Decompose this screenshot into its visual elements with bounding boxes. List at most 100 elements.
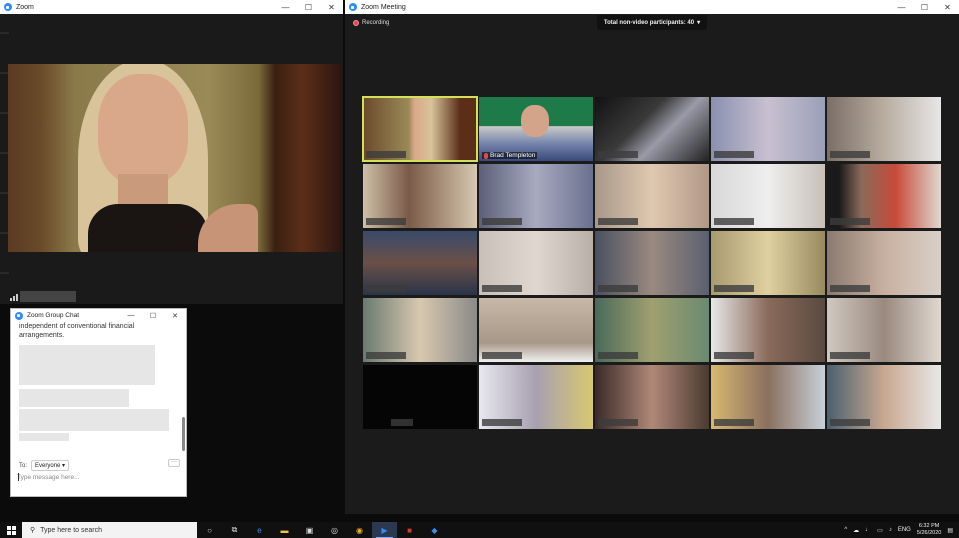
video-tile[interactable]	[479, 164, 593, 228]
participant-name-label	[482, 419, 522, 426]
video-tile[interactable]	[711, 97, 825, 161]
notifications-icon[interactable]: ▤	[947, 527, 953, 534]
video-tile[interactable]	[827, 97, 941, 161]
chat-to-label: To:	[19, 462, 28, 469]
chevron-up-icon[interactable]: ^	[844, 527, 847, 533]
participant-name-label	[366, 285, 406, 292]
video-tile[interactable]	[595, 298, 709, 362]
cloud-icon[interactable]: ☁	[853, 527, 859, 534]
edge-browser-icon[interactable]: e	[247, 522, 272, 538]
participant-name-label	[482, 218, 522, 225]
recording-label: Recording	[362, 20, 390, 26]
terminal-app-icon[interactable]: ▣	[297, 522, 322, 538]
system-tray: ^ ☁ ♩ ▭ ♪ ENG 6:32 PM 5/26/2020 ▤	[844, 522, 959, 538]
video-tile[interactable]	[479, 231, 593, 295]
zoom-taskbar-icon[interactable]: ▶	[372, 522, 397, 538]
chevron-down-icon: ▾	[62, 463, 66, 469]
video-tile[interactable]	[711, 298, 825, 362]
video-tile[interactable]	[595, 97, 709, 161]
start-button[interactable]	[0, 522, 22, 538]
chat-recipient-select[interactable]: Everyone ▾	[31, 460, 70, 471]
video-tile[interactable]	[827, 298, 941, 362]
language-indicator[interactable]: ENG	[898, 527, 911, 533]
chat-close-button[interactable]: ✕	[164, 309, 186, 322]
chat-more-button[interactable]: ···	[168, 459, 180, 467]
video-tile-video-off[interactable]	[363, 365, 477, 429]
file-explorer-icon[interactable]: ▬	[272, 522, 297, 538]
red-app-icon[interactable]: ■	[397, 522, 422, 538]
chat-recipient: To: Everyone ▾	[19, 460, 70, 471]
meeting-titlebar[interactable]: Zoom Meeting — ☐ ✕	[345, 0, 959, 14]
zoom-meeting-window: Zoom Meeting — ☐ ✕ Recording Total non-v…	[345, 0, 959, 514]
zoom-app-icon	[4, 3, 12, 11]
windows-logo-icon	[6, 525, 16, 535]
participant-name-label	[366, 352, 406, 359]
participant-name-label	[830, 285, 870, 292]
meeting-title: Zoom Meeting	[361, 3, 406, 11]
maximize-button[interactable]: ☐	[297, 0, 320, 14]
chat-scrollbar[interactable]	[182, 417, 185, 451]
participant-name-label	[482, 352, 522, 359]
video-tile[interactable]	[595, 365, 709, 429]
settings-app-icon[interactable]: ◎	[322, 522, 347, 538]
taskbar-clock[interactable]: 6:32 PM 5/26/2020	[917, 523, 941, 537]
participant-name-label	[714, 419, 754, 426]
chat-minimize-button[interactable]: —	[120, 309, 142, 322]
meeting-minimize-button[interactable]: —	[890, 0, 913, 14]
messaging-app-icon[interactable]: ◆	[422, 522, 447, 538]
participant-head	[521, 105, 549, 137]
video-tile[interactable]	[827, 164, 941, 228]
microphone-icon[interactable]: ♩	[865, 527, 871, 533]
speaker-face	[98, 74, 188, 184]
video-tile[interactable]	[827, 231, 941, 295]
participant-name-label	[391, 419, 413, 426]
taskbar-search-placeholder: Type here to search	[40, 526, 103, 534]
recording-indicator[interactable]: Recording	[353, 20, 389, 26]
network-icon[interactable]: ▭	[877, 527, 883, 534]
chevron-down-icon: ▾	[697, 20, 701, 26]
participant-name-label	[598, 352, 638, 359]
windows-taskbar: ⚲ Type here to search ○ ⧉ e ▬ ▣ ◎ ◉ ▶ ■ …	[0, 522, 959, 538]
speaker-name-label	[20, 291, 76, 302]
chat-maximize-button[interactable]: ☐	[142, 309, 164, 322]
close-button[interactable]: ✕	[320, 0, 343, 14]
video-tile[interactable]	[711, 231, 825, 295]
video-tile[interactable]	[711, 164, 825, 228]
zoom-speaker-titlebar[interactable]: Zoom — ☐ ✕	[0, 0, 343, 14]
participant-name-label	[714, 218, 754, 225]
clock-date: 5/26/2020	[916, 530, 942, 536]
video-tile[interactable]	[711, 365, 825, 429]
video-tile[interactable]	[595, 164, 709, 228]
cortana-icon[interactable]: ○	[197, 522, 222, 538]
participant-name-label	[714, 285, 754, 292]
taskbar-search[interactable]: ⚲ Type here to search	[22, 522, 197, 538]
participant-name-label	[598, 218, 638, 225]
text-caret	[18, 473, 19, 481]
participant-name-label	[714, 151, 754, 158]
volume-icon[interactable]: ♪	[889, 527, 892, 533]
video-tile[interactable]	[595, 231, 709, 295]
non-video-participants-button[interactable]: Total non-video participants: 40 ▾	[597, 15, 707, 30]
video-tile-active-speaker[interactable]	[362, 96, 478, 162]
video-tile[interactable]	[363, 298, 477, 362]
video-tile[interactable]	[479, 298, 593, 362]
video-tile[interactable]	[827, 365, 941, 429]
video-tile[interactable]	[363, 164, 477, 228]
participant-name-label	[830, 352, 870, 359]
meeting-close-button[interactable]: ✕	[936, 0, 959, 14]
video-tile[interactable]	[363, 231, 477, 295]
chat-message: independent of conventional financial ar…	[19, 323, 135, 339]
task-view-icon[interactable]: ⧉	[222, 522, 247, 538]
video-tile-brad-templeton[interactable]: Brad Templeton	[479, 97, 593, 161]
participant-name-label	[598, 419, 638, 426]
search-icon: ⚲	[30, 527, 36, 534]
video-tile[interactable]	[479, 365, 593, 429]
chrome-icon[interactable]: ◉	[347, 522, 372, 538]
meeting-maximize-button[interactable]: ☐	[913, 0, 936, 14]
zoom-app-icon	[349, 3, 357, 11]
chat-message-input[interactable]	[17, 471, 177, 483]
minimize-button[interactable]: —	[274, 0, 297, 14]
speaker-video[interactable]	[8, 64, 342, 252]
signal-strength-icon	[10, 292, 18, 301]
chat-titlebar[interactable]: Zoom Group Chat — ☐ ✕	[11, 309, 186, 322]
